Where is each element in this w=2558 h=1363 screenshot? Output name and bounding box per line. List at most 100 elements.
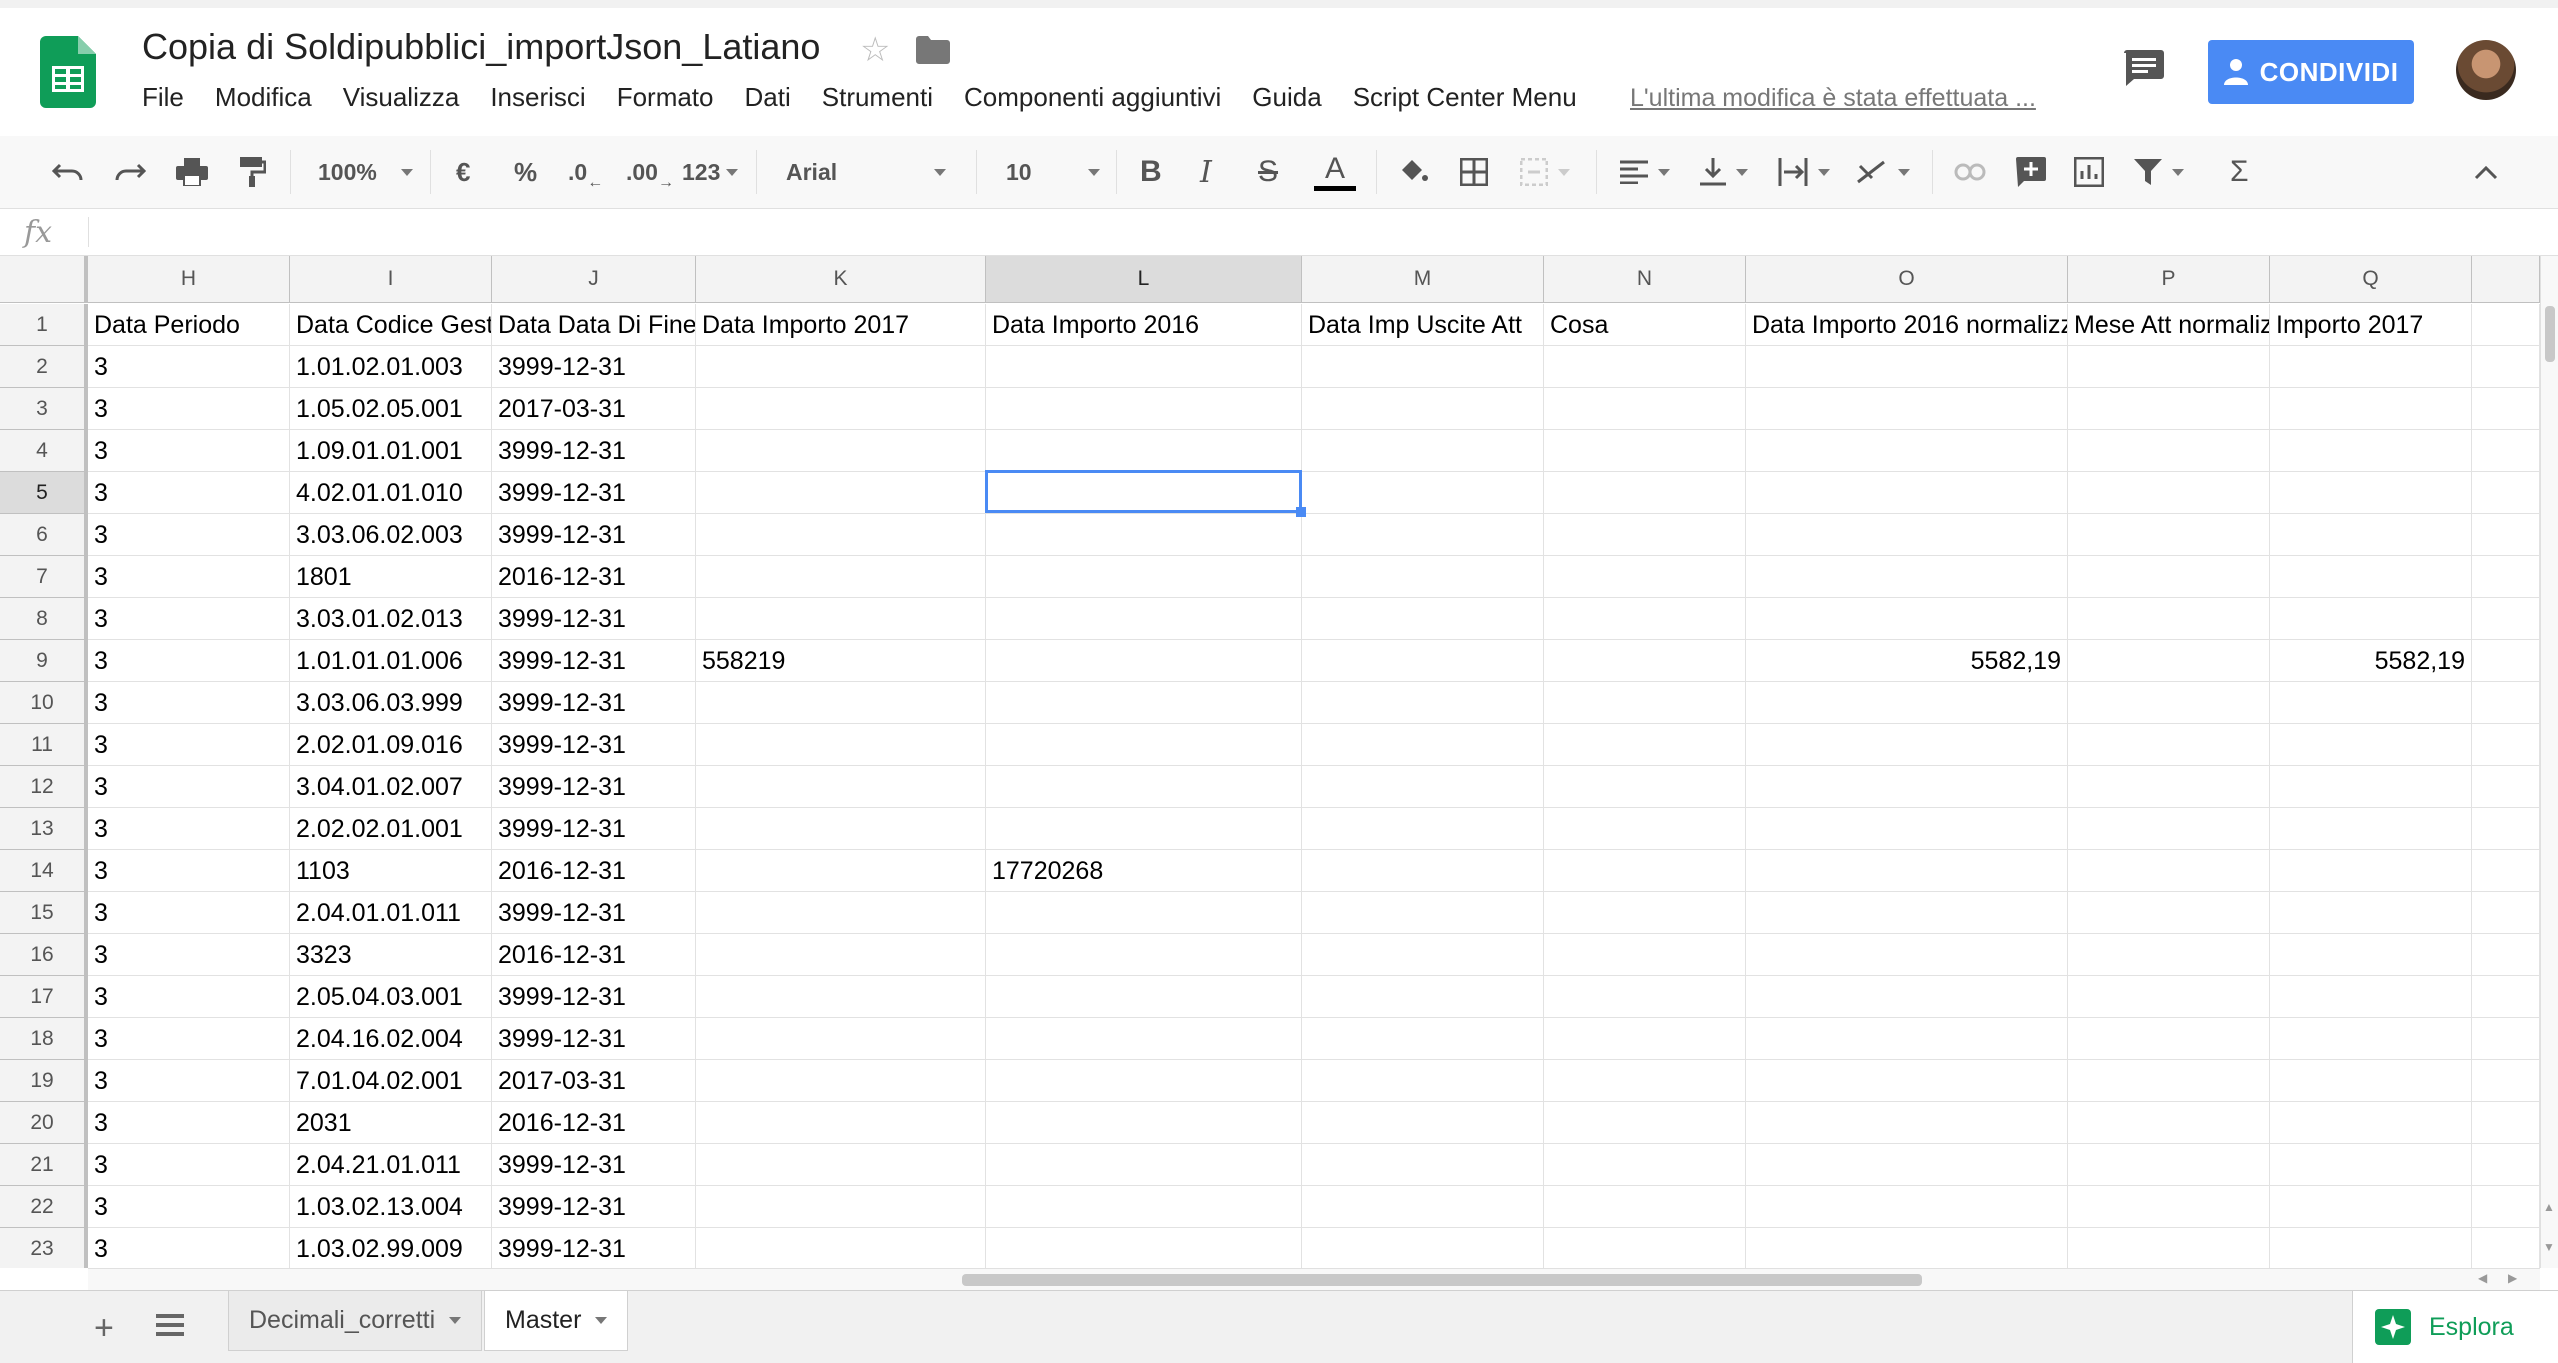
cell-j8[interactable]: 3999-12-31 <box>492 598 696 640</box>
cell-q6[interactable] <box>2270 514 2472 556</box>
cell-p16[interactable] <box>2068 934 2270 976</box>
text-rotation-icon[interactable] <box>1856 136 1910 208</box>
row-header[interactable]: 14 <box>0 850 88 892</box>
menu-item-formato[interactable]: Formato <box>617 82 714 113</box>
paint-format-icon[interactable] <box>238 136 266 208</box>
cell-k23[interactable] <box>696 1228 986 1268</box>
cell-p10[interactable] <box>2068 682 2270 724</box>
cell-p11[interactable] <box>2068 724 2270 766</box>
cell-p2[interactable] <box>2068 346 2270 388</box>
font-select[interactable]: Arial <box>786 136 946 208</box>
cell-m11[interactable] <box>1302 724 1544 766</box>
cell-n3[interactable] <box>1544 388 1746 430</box>
cell-h21[interactable]: 3 <box>88 1144 290 1186</box>
sheet-tab-decimali-corretti[interactable]: Decimali_corretti <box>228 1291 483 1351</box>
cell-o21[interactable] <box>1746 1144 2068 1186</box>
cell-h6[interactable]: 3 <box>88 514 290 556</box>
cell-overflow[interactable] <box>2472 1060 2540 1102</box>
cell-m6[interactable] <box>1302 514 1544 556</box>
cell-o1[interactable]: Data Importo 2016 normalizzato <box>1746 304 2068 346</box>
cell-p6[interactable] <box>2068 514 2270 556</box>
cell-h13[interactable]: 3 <box>88 808 290 850</box>
cell-overflow[interactable] <box>2472 766 2540 808</box>
percent-format-button[interactable]: % <box>514 136 537 208</box>
menu-item-modifica[interactable]: Modifica <box>215 82 312 113</box>
cell-q17[interactable] <box>2270 976 2472 1018</box>
cell-o14[interactable] <box>1746 850 2068 892</box>
cell-o3[interactable] <box>1746 388 2068 430</box>
cell-overflow[interactable] <box>2472 1018 2540 1060</box>
cell-overflow[interactable] <box>2472 892 2540 934</box>
cell-i5[interactable]: 4.02.01.01.010 <box>290 472 492 514</box>
cell-overflow[interactable] <box>2472 640 2540 682</box>
cell-h2[interactable]: 3 <box>88 346 290 388</box>
cell-i19[interactable]: 7.01.04.02.001 <box>290 1060 492 1102</box>
cell-h10[interactable]: 3 <box>88 682 290 724</box>
text-color-button[interactable]: A <box>1314 136 1356 208</box>
cell-m13[interactable] <box>1302 808 1544 850</box>
cell-j1[interactable]: Data Data Di Fine <box>492 304 696 346</box>
borders-icon[interactable] <box>1460 136 1488 208</box>
cell-j14[interactable]: 2016-12-31 <box>492 850 696 892</box>
cell-h5[interactable]: 3 <box>88 472 290 514</box>
cell-k14[interactable] <box>696 850 986 892</box>
cell-q2[interactable] <box>2270 346 2472 388</box>
cell-q12[interactable] <box>2270 766 2472 808</box>
cell-n9[interactable] <box>1544 640 1746 682</box>
folder-icon[interactable] <box>916 36 951 64</box>
row-header[interactable]: 8 <box>0 598 88 640</box>
zoom-select[interactable]: 100% <box>318 136 413 208</box>
more-formats-button[interactable]: 123 <box>682 136 739 208</box>
cell-h12[interactable]: 3 <box>88 766 290 808</box>
cell-l20[interactable] <box>986 1102 1302 1144</box>
column-header-k[interactable]: K <box>696 256 986 302</box>
row-header[interactable]: 11 <box>0 724 88 766</box>
cell-i8[interactable]: 3.03.01.02.013 <box>290 598 492 640</box>
cell-o4[interactable] <box>1746 430 2068 472</box>
cell-n19[interactable] <box>1544 1060 1746 1102</box>
cell-j15[interactable]: 3999-12-31 <box>492 892 696 934</box>
cell-m9[interactable] <box>1302 640 1544 682</box>
cell-n4[interactable] <box>1544 430 1746 472</box>
cell-o13[interactable] <box>1746 808 2068 850</box>
user-avatar[interactable] <box>2456 40 2516 100</box>
cell-overflow[interactable] <box>2472 346 2540 388</box>
cell-p21[interactable] <box>2068 1144 2270 1186</box>
cell-l5[interactable] <box>986 472 1302 514</box>
cell-i14[interactable]: 1103 <box>290 850 492 892</box>
cell-h1[interactable]: Data Periodo <box>88 304 290 346</box>
cell-overflow[interactable] <box>2472 1144 2540 1186</box>
cell-overflow[interactable] <box>2472 472 2540 514</box>
cell-i6[interactable]: 3.03.06.02.003 <box>290 514 492 556</box>
cell-l18[interactable] <box>986 1018 1302 1060</box>
cell-l21[interactable] <box>986 1144 1302 1186</box>
scroll-right-icon[interactable]: ▶ <box>2508 1271 2517 1285</box>
cell-m18[interactable] <box>1302 1018 1544 1060</box>
cell-k3[interactable] <box>696 388 986 430</box>
cell-p5[interactable] <box>2068 472 2270 514</box>
insert-chart-icon[interactable] <box>2074 136 2104 208</box>
cell-o6[interactable] <box>1746 514 2068 556</box>
cell-i1[interactable]: Data Codice Gestionale <box>290 304 492 346</box>
menu-item-dati[interactable]: Dati <box>745 82 791 113</box>
cell-p14[interactable] <box>2068 850 2270 892</box>
cell-l23[interactable] <box>986 1228 1302 1268</box>
cell-i10[interactable]: 3.03.06.03.999 <box>290 682 492 724</box>
cell-p18[interactable] <box>2068 1018 2270 1060</box>
cell-n13[interactable] <box>1544 808 1746 850</box>
row-header[interactable]: 21 <box>0 1144 88 1186</box>
cell-i13[interactable]: 2.02.02.01.001 <box>290 808 492 850</box>
cell-k22[interactable] <box>696 1186 986 1228</box>
cell-k12[interactable] <box>696 766 986 808</box>
cell-o10[interactable] <box>1746 682 2068 724</box>
cell-j10[interactable]: 3999-12-31 <box>492 682 696 724</box>
cell-h4[interactable]: 3 <box>88 430 290 472</box>
cell-o19[interactable] <box>1746 1060 2068 1102</box>
cell-n6[interactable] <box>1544 514 1746 556</box>
cell-j9[interactable]: 3999-12-31 <box>492 640 696 682</box>
cell-m8[interactable] <box>1302 598 1544 640</box>
row-header[interactable]: 9 <box>0 640 88 682</box>
cell-q1[interactable]: Importo 2017 <box>2270 304 2472 346</box>
cell-overflow[interactable] <box>2472 514 2540 556</box>
cell-overflow[interactable] <box>2472 1228 2540 1268</box>
